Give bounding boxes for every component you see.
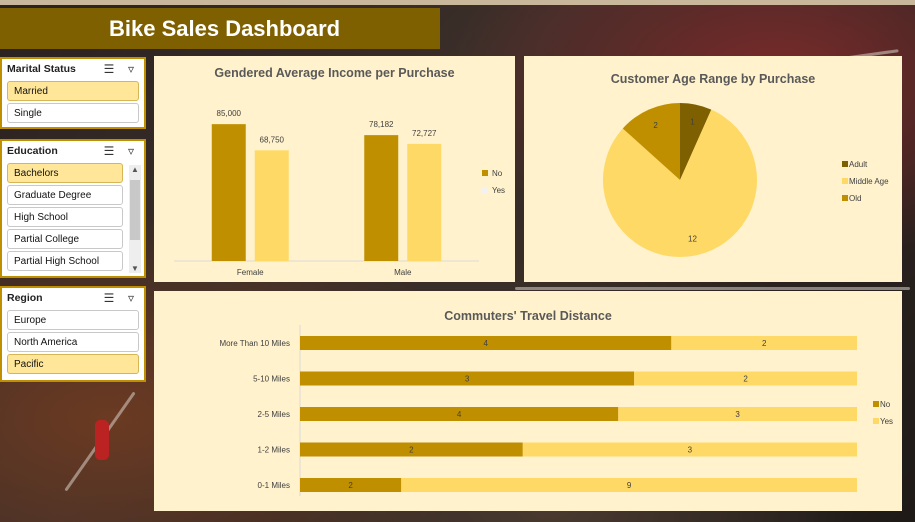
slicer-item-married[interactable]: Married: [7, 81, 139, 101]
data-label: 3: [465, 375, 470, 384]
legend-label: Yes: [880, 417, 893, 426]
legend-swatch: [482, 170, 488, 176]
slicer-item-graduate-degree[interactable]: Graduate Degree: [7, 185, 123, 205]
data-label: 72,727: [412, 129, 437, 138]
slicer-item-bachelors[interactable]: Bachelors: [7, 163, 123, 183]
income-bar-chart: 85,000 68,750 Female 78,182 72,727 Male No Yes: [174, 109, 505, 277]
region-slicer: Region ☰ ▿ Europe North America Pacific: [0, 286, 146, 382]
clear-filter-icon[interactable]: ▿: [123, 62, 139, 76]
slicer-title: Education: [7, 145, 58, 157]
data-label: 12: [688, 235, 697, 244]
y-tick-label: 2-5 Miles: [258, 410, 290, 419]
travel-stacked-bar-chart: 4 2 More Than 10 Miles 3 2 5-10 Miles 4 3 2-5 Mi…: [219, 325, 893, 496]
legend-swatch: [842, 195, 848, 201]
y-tick-label: 5-10 Miles: [253, 375, 290, 384]
bar-no-female: [211, 124, 246, 262]
legend-label: Adult: [849, 160, 868, 169]
data-label: 2: [762, 339, 767, 348]
scrollbar-thumb[interactable]: [130, 180, 140, 240]
data-label: 78,182: [369, 120, 394, 129]
multi-select-icon[interactable]: ☰: [101, 62, 117, 76]
dashboard-title: Bike Sales Dashboard: [0, 8, 440, 49]
slicer-item-europe[interactable]: Europe: [7, 310, 139, 330]
slicer-scrollbar[interactable]: ▲ ▼: [129, 165, 141, 273]
data-label: 4: [483, 339, 488, 348]
legend-label: Old: [849, 194, 861, 203]
scroll-up-icon[interactable]: ▲: [129, 165, 141, 174]
legend-swatch: [842, 161, 848, 167]
age-chart-panel: Customer Age Range by Purchase 1 12 2 Adult…: [524, 56, 902, 282]
clear-filter-icon[interactable]: ▿: [123, 291, 139, 305]
bar-yes-female: [254, 150, 289, 261]
legend-swatch: [873, 401, 879, 407]
legend-label: No: [492, 169, 503, 178]
data-label: 1: [690, 117, 695, 126]
slicer-item-partial-high-school[interactable]: Partial High School: [7, 251, 123, 271]
multi-select-icon[interactable]: ☰: [101, 144, 117, 158]
education-slicer: Education ☰ ▿ Bachelors Graduate Degree …: [0, 139, 146, 278]
marital-status-slicer: Marital Status ☰ ▿ Married Single: [0, 57, 146, 129]
bar-no-male: [364, 135, 399, 261]
slicer-item-north-america[interactable]: North America: [7, 332, 139, 352]
data-label: 3: [688, 446, 693, 455]
background-reflector: [95, 420, 109, 460]
data-label: 2: [409, 446, 414, 455]
background-bike-rim: [515, 287, 910, 290]
data-label: 85,000: [217, 109, 242, 118]
slicer-item-partial-college[interactable]: Partial College: [7, 229, 123, 249]
data-label: 2: [743, 375, 748, 384]
legend-label: Yes: [492, 186, 505, 195]
travel-chart-panel: Commuters' Travel Distance 4 2 More Than 1…: [154, 291, 902, 511]
income-chart-panel: Gendered Average Income per Purchase 85,…: [154, 56, 515, 282]
data-label: 2: [348, 481, 353, 490]
data-label: 9: [627, 481, 632, 490]
slicer-title: Marital Status: [7, 63, 76, 75]
slicer-title: Region: [7, 292, 43, 304]
data-label: 68,750: [260, 135, 285, 144]
data-label: 3: [735, 410, 740, 419]
scroll-down-icon[interactable]: ▼: [129, 264, 141, 273]
data-label: 2: [653, 121, 658, 130]
slicer-item-high-school[interactable]: High School: [7, 207, 123, 227]
legend-label: Middle Age: [849, 177, 889, 186]
window-top-strip: [0, 0, 915, 5]
legend-swatch: [482, 187, 488, 193]
y-tick-label: 0-1 Miles: [258, 481, 290, 490]
slicer-item-pacific[interactable]: Pacific: [7, 354, 139, 374]
clear-filter-icon[interactable]: ▿: [123, 144, 139, 158]
slicer-item-single[interactable]: Single: [7, 103, 139, 123]
age-pie-chart: 1 12 2 Adult Middle Age Old: [603, 103, 889, 257]
x-tick-label: Female: [237, 268, 264, 277]
data-label: 4: [457, 410, 462, 419]
multi-select-icon[interactable]: ☰: [101, 291, 117, 305]
legend-swatch: [873, 418, 879, 424]
legend-label: No: [880, 400, 891, 409]
y-tick-label: 1-2 Miles: [258, 446, 290, 455]
y-tick-label: More Than 10 Miles: [219, 339, 290, 348]
legend-swatch: [842, 178, 848, 184]
x-tick-label: Male: [394, 268, 412, 277]
bar-yes-male: [407, 143, 442, 261]
